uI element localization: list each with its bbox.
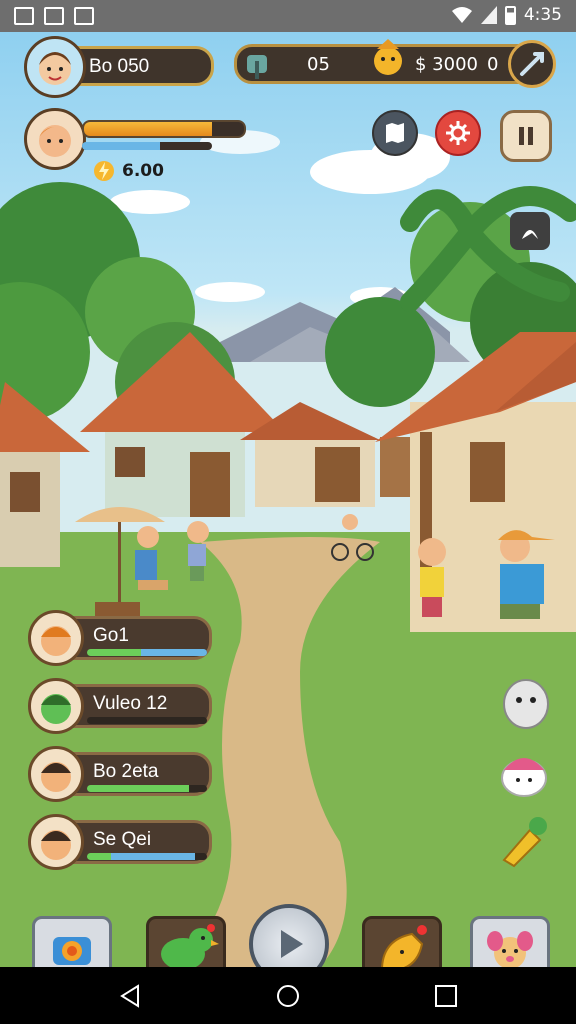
roster-health-bar <box>87 853 207 860</box>
map-button[interactable] <box>372 110 418 156</box>
energy-readout: 6.00 <box>92 158 164 184</box>
roster-avatar <box>28 814 84 870</box>
corn-item-icon[interactable] <box>496 812 552 868</box>
image-notification-icon <box>14 7 34 25</box>
gem-icon <box>247 55 267 79</box>
lightning-icon <box>94 161 114 181</box>
game-scene[interactable]: Bo 050 05 $ 3000 0 6.00 Go1 Vuleo 12 Bo … <box>0 32 576 967</box>
gem-count: 05 <box>307 54 330 75</box>
coin-amount: $ 3000 <box>415 54 478 75</box>
player-profile-panel[interactable]: Bo 050 <box>24 36 216 100</box>
play-icon <box>281 930 303 958</box>
energy-value: 6.00 <box>122 161 164 181</box>
puppy-button[interactable] <box>470 916 550 967</box>
photo-notification-icon <box>74 7 94 25</box>
pause-button[interactable] <box>500 110 552 162</box>
roster-name: Se Qei <box>93 829 152 850</box>
roster-health-bar <box>87 649 207 656</box>
roster-card[interactable]: Go1 <box>28 610 214 666</box>
system-nav-bar <box>0 967 576 1024</box>
energy-bar-fill <box>82 142 160 150</box>
villagers <box>75 507 555 627</box>
pause-icon <box>519 127 533 145</box>
player-name: Bo 050 <box>89 56 150 77</box>
pink-hat-creature-icon[interactable] <box>496 744 552 800</box>
roster-name: Go1 <box>93 625 129 646</box>
roster-name: Vuleo 12 <box>93 693 168 714</box>
notification-icons <box>14 7 94 25</box>
gold-item-button[interactable] <box>362 916 442 967</box>
roster-card[interactable]: Se Qei <box>28 814 214 870</box>
hero-avatar[interactable] <box>24 108 86 170</box>
green-bird-icon <box>161 924 219 967</box>
rock-creature-icon[interactable] <box>496 672 556 732</box>
player-face-icon <box>39 52 71 85</box>
roster-health-bar <box>87 785 207 792</box>
wifi-icon <box>451 7 472 23</box>
camera-icon <box>53 937 91 965</box>
back-icon[interactable] <box>118 984 142 1008</box>
hero-face-icon <box>39 125 71 157</box>
bird-button[interactable] <box>146 916 226 967</box>
sword-shop-icon <box>520 52 544 76</box>
pet-button[interactable] <box>510 212 550 250</box>
gold-coin-creature-icon <box>374 39 402 75</box>
roster-avatar <box>28 678 84 734</box>
battery-icon <box>504 5 516 25</box>
settings-button[interactable] <box>435 110 481 156</box>
currency-panel: 05 $ 3000 0 <box>234 39 554 84</box>
gold-item-icon <box>381 925 427 967</box>
download-notification-icon <box>44 7 64 25</box>
cat-head-icon <box>522 230 538 239</box>
status-bar: 4:35 <box>0 0 576 32</box>
roster-card[interactable]: Vuleo 12 <box>28 678 214 734</box>
xp-bar-fill <box>84 122 212 136</box>
home-icon[interactable] <box>276 984 300 1008</box>
roster-card[interactable]: Bo 2eta <box>28 746 214 802</box>
roster-avatar <box>28 746 84 802</box>
map-icon <box>386 123 404 143</box>
roster-name: Bo 2eta <box>93 761 159 782</box>
coin-suffix: 0 <box>487 54 499 75</box>
xp-bar <box>82 120 246 138</box>
player-avatar[interactable] <box>24 36 86 98</box>
roster-health-bar <box>87 717 207 724</box>
villager-face-icon <box>41 830 71 860</box>
energy-bar <box>82 142 212 150</box>
recents-icon[interactable] <box>434 984 458 1008</box>
camera-button[interactable] <box>32 916 112 967</box>
shop-button[interactable] <box>508 40 556 88</box>
villager-face-icon <box>41 762 71 792</box>
puppy-icon <box>487 931 533 967</box>
villager-face-icon <box>41 694 71 724</box>
settings-icon <box>446 121 470 145</box>
clock: 4:35 <box>523 5 562 25</box>
villager-face-icon <box>41 626 71 656</box>
signal-icon <box>480 6 497 24</box>
roster-avatar <box>28 610 84 666</box>
